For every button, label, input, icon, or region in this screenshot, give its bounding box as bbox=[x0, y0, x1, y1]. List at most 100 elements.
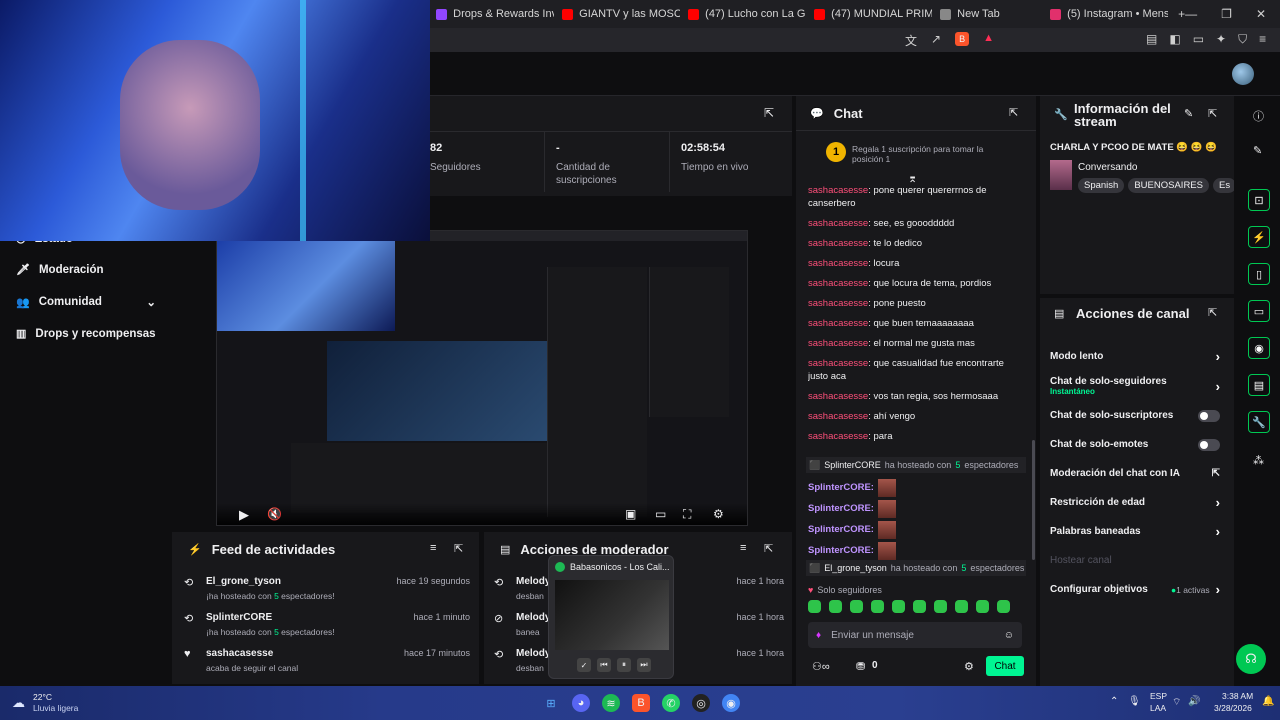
chat-username[interactable]: SplinterCORE: bbox=[808, 482, 874, 493]
chat-username[interactable]: sashacasesse bbox=[808, 358, 868, 369]
chat-username[interactable]: sashacasesse bbox=[808, 278, 868, 289]
sidebar-item-drops[interactable]: ▥ Drops y recompensas bbox=[16, 327, 156, 341]
fullscreen-icon[interactable]: ⛶ bbox=[683, 507, 691, 522]
chat-username[interactable]: sashacasesse bbox=[808, 411, 868, 422]
filter-icon[interactable]: ≡ bbox=[430, 542, 436, 554]
chat-username[interactable]: sashacasesse bbox=[808, 318, 868, 329]
emote-message[interactable]: SplinterCORE: bbox=[808, 519, 1008, 540]
bits-icon[interactable]: ♦ bbox=[816, 630, 821, 641]
minimize-button[interactable]: — bbox=[1185, 7, 1197, 21]
browser-tab[interactable]: (5) Instagram • Mensaj bbox=[1042, 0, 1168, 28]
browser-tab[interactable]: (47) MUNDIAL PRIME bbox=[806, 0, 932, 28]
discord-icon[interactable]: ◕ bbox=[572, 694, 590, 712]
toggle-switch[interactable] bbox=[1198, 438, 1220, 451]
emote-button[interactable] bbox=[934, 600, 947, 613]
sidebar-toggle-icon[interactable]: ◧ bbox=[1169, 32, 1180, 47]
whatsapp-icon[interactable]: ✆ bbox=[662, 694, 680, 712]
chrome-icon[interactable]: ◉ bbox=[722, 694, 740, 712]
chat-username[interactable]: sashacasesse bbox=[808, 238, 868, 249]
emote-button[interactable] bbox=[871, 600, 884, 613]
channel-action[interactable]: Chat de solo-emotes bbox=[1040, 430, 1234, 459]
edit-icon[interactable]: ✎ bbox=[1184, 107, 1193, 120]
steam-icon[interactable]: ◎ bbox=[692, 694, 710, 712]
emoji-icon[interactable]: ☺ bbox=[1004, 630, 1014, 641]
chat-bubble-icon[interactable]: ▭ bbox=[1248, 300, 1270, 322]
chat-message[interactable]: sashacasesse: see, es goooddddd bbox=[808, 217, 1026, 230]
filter-icon[interactable]: ≡ bbox=[740, 542, 746, 554]
tag-chip[interactable]: Es bbox=[1212, 178, 1234, 193]
translate-icon[interactable]: 文 bbox=[905, 32, 917, 49]
chat-message[interactable]: sashacasesse: ahí vengo bbox=[808, 410, 1026, 423]
emote-button[interactable] bbox=[892, 600, 905, 613]
chat-username[interactable]: SplinterCORE: bbox=[808, 545, 874, 556]
list-icon[interactable]: ▤ bbox=[1248, 374, 1270, 396]
sidebar-item-comunidad[interactable]: 👥 Comunidad ⌄ bbox=[16, 295, 156, 309]
chat-username[interactable]: SplinterCORE: bbox=[808, 503, 874, 514]
chat-message[interactable]: sashacasesse: vos tan regia, sos hermosa… bbox=[808, 390, 1026, 403]
feed-item[interactable]: ♥ sashacasesse hace 17 minutos acaba de seg… bbox=[184, 648, 470, 684]
chat-message[interactable]: sashacasesse: te lo dedico bbox=[808, 237, 1026, 250]
feed-item[interactable]: ⟲ SplinterCORE hace 1 minuto ¡ha hosteado c… bbox=[184, 612, 470, 648]
chat-message[interactable]: sashacasesse: que locura de tema, pordio… bbox=[808, 277, 1026, 290]
toggle-switch[interactable] bbox=[1198, 409, 1220, 422]
wallet-icon[interactable]: ▭ bbox=[1193, 32, 1204, 47]
start-icon[interactable]: ⊞ bbox=[542, 694, 560, 712]
chat-message[interactable]: sashacasesse: el normal me gusta mas bbox=[808, 337, 1026, 350]
keyboard-layout[interactable]: LAA bbox=[1150, 703, 1166, 713]
browser-tab[interactable]: GIANTV y las MOSCAS bbox=[554, 0, 680, 28]
chat-message[interactable]: sashacasesse: que casualidad fue encontr… bbox=[808, 357, 1026, 383]
emote-button[interactable] bbox=[829, 600, 842, 613]
camera-icon[interactable]: ⊡ bbox=[1248, 189, 1270, 211]
mic-icon[interactable]: 🎙 bbox=[1128, 696, 1141, 707]
reader-icon[interactable]: ▤ bbox=[1146, 32, 1157, 47]
new-tab-button[interactable]: + bbox=[1178, 7, 1185, 21]
emote-button[interactable] bbox=[850, 600, 863, 613]
popout-icon[interactable]: ⇱ bbox=[1009, 106, 1018, 119]
like-icon[interactable]: ✓ bbox=[577, 658, 591, 672]
language-code[interactable]: ESP bbox=[1150, 691, 1167, 701]
leo-icon[interactable]: ✦ bbox=[1216, 32, 1226, 47]
brave-shield-icon[interactable]: B bbox=[955, 32, 970, 46]
chat-username[interactable]: SplinterCORE: bbox=[808, 524, 874, 535]
browser-tab[interactable]: New Tab bbox=[932, 0, 1042, 28]
popout-icon[interactable]: ⇱ bbox=[764, 106, 774, 120]
emote-message[interactable]: SplinterCORE: bbox=[808, 498, 1008, 519]
settings-icon[interactable]: ⚙ bbox=[713, 507, 724, 521]
chat-input[interactable]: ♦ Enviar un mensaje ☺ bbox=[808, 622, 1022, 648]
sidebar-item-moderacion[interactable]: 🗡 Moderación bbox=[16, 263, 104, 277]
tag-chip[interactable]: Spanish bbox=[1078, 178, 1125, 193]
mute-icon[interactable]: 🔇 bbox=[267, 507, 282, 521]
chat-username[interactable]: sashacasesse bbox=[808, 298, 868, 309]
play-icon[interactable]: ▶ bbox=[239, 507, 249, 523]
browser-tab[interactable]: Drops & Rewards Inve bbox=[428, 0, 554, 28]
channel-action[interactable]: Configurar objetivos ●1 activas › bbox=[1040, 575, 1234, 604]
weather-desc[interactable]: Lluvia ligera bbox=[33, 703, 78, 713]
feed-user[interactable]: El_grone_tyson bbox=[206, 576, 281, 587]
info-icon[interactable]: ⓘ bbox=[1253, 108, 1264, 124]
chat-username[interactable]: sashacasesse bbox=[808, 431, 868, 442]
popout-icon[interactable]: ⇱ bbox=[454, 542, 463, 555]
avatar[interactable] bbox=[1232, 63, 1254, 85]
tray-chevron-icon[interactable]: ⌃ bbox=[1110, 696, 1118, 707]
feed-user[interactable]: sashacasesse bbox=[206, 648, 273, 659]
clock-time[interactable]: 3:38 AM bbox=[1222, 691, 1253, 701]
mod-user[interactable]: Melody bbox=[516, 612, 550, 623]
channel-action[interactable]: Modo lento › bbox=[1040, 342, 1234, 371]
channel-action[interactable]: Restricción de edad › bbox=[1040, 488, 1234, 517]
channel-action[interactable]: Palabras baneadas › bbox=[1040, 517, 1234, 546]
emote-message[interactable]: SplinterCORE: bbox=[808, 540, 1008, 561]
close-window-button[interactable]: ✕ bbox=[1256, 7, 1266, 21]
browser-tab[interactable]: (47) Lucho con La Gen bbox=[680, 0, 806, 28]
weather-temp[interactable]: 22°C bbox=[33, 692, 52, 702]
mod-user[interactable]: Melody bbox=[516, 576, 550, 587]
stream-preview[interactable]: ▶ 🔇 ▣ ▭ ⛶ ⚙ bbox=[172, 196, 792, 532]
chat-username[interactable]: sashacasesse bbox=[808, 185, 868, 196]
chat-message[interactable]: sashacasesse: pone querer quererrnos de … bbox=[808, 184, 1026, 210]
notifications-icon[interactable]: 🔔 bbox=[1262, 696, 1274, 707]
popout-icon[interactable]: ⇱ bbox=[764, 542, 773, 555]
previous-icon[interactable]: ⏮ bbox=[597, 658, 611, 672]
mod-user[interactable]: Melody bbox=[516, 648, 550, 659]
restore-button[interactable]: ❐ bbox=[1221, 7, 1232, 21]
menu-icon[interactable]: ≡ bbox=[1259, 32, 1266, 47]
chat-settings-icon[interactable]: ⚙ bbox=[964, 660, 974, 673]
